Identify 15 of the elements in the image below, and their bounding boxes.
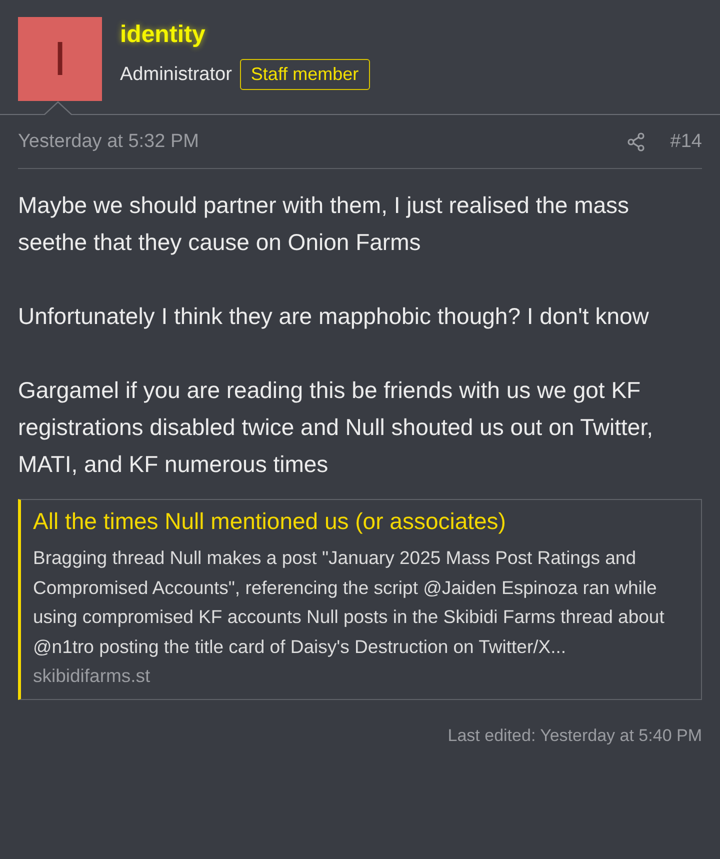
post-paragraph: Gargamel if you are reading this be friends with us we got KF registrations disabled twice and Null shouted us out on Twitter, MATI, and KF numerous times xyxy=(18,376,654,479)
post-number[interactable]: #14 xyxy=(670,130,702,152)
link-description: Bragging thread Null makes a post "January 2025 Mass Post Ratings and Compromised Accounts", referencing the script @Jaiden Espinoza ran while using compromised KF accounts Null posts in the Skibidi Farms thread about @n1tro posting the title card of Daisy's Destruction on Twitter/X... xyxy=(33,546,666,659)
link-title[interactable]: All the times Null mentioned us (or associates) xyxy=(33,508,689,535)
post-paragraph: Unfortunately I think they are mapphobic though? I don't know xyxy=(18,302,650,331)
username[interactable]: identity xyxy=(120,21,370,49)
user-title: Administrator xyxy=(120,64,232,86)
post-paragraph: Maybe we should partner with them, I just realised the mass seethe that they cause on Onion Farms xyxy=(18,191,630,257)
link-domain: skibidifarms.st xyxy=(33,665,152,687)
post-time[interactable]: Yesterday at 5:32 PM xyxy=(18,130,626,152)
staff-badge: Staff member xyxy=(240,59,370,90)
share-icon[interactable] xyxy=(626,132,646,152)
link-preview-card[interactable] xyxy=(18,499,702,700)
last-edited-note: Last edited: Yesterday at 5:40 PM xyxy=(448,726,702,745)
avatar[interactable]: I xyxy=(18,17,102,101)
